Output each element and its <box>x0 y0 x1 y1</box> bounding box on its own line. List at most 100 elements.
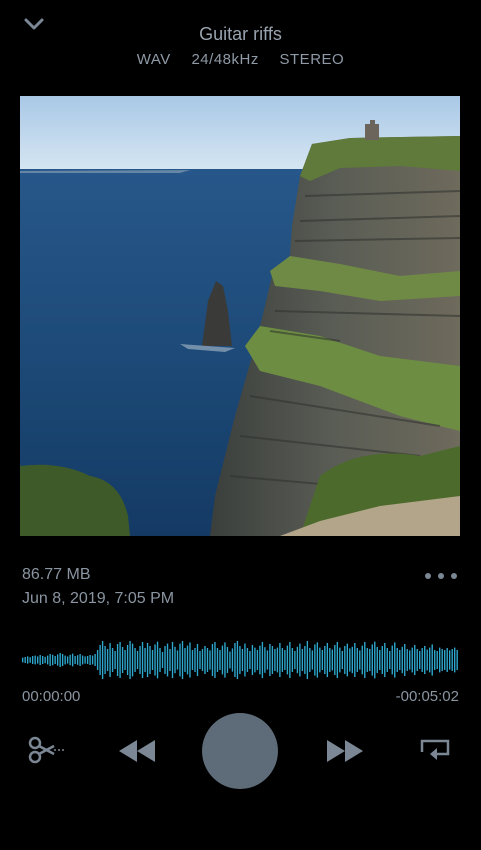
waveform-bar <box>329 648 331 672</box>
waveform[interactable] <box>22 640 459 680</box>
waveform-bar <box>334 645 336 675</box>
waveform-bar <box>354 643 356 677</box>
waveform-bar <box>424 646 426 674</box>
waveform-bar <box>169 649 171 671</box>
waveform-bar <box>381 646 383 674</box>
waveform-bar <box>204 646 206 674</box>
file-date: Jun 8, 2019, 7:05 PM <box>22 590 175 607</box>
waveform-bar <box>196 644 199 676</box>
waveform-bar <box>44 656 46 664</box>
waveform-bar <box>121 647 124 673</box>
waveform-bar <box>454 647 456 673</box>
waveform-bar <box>414 645 416 675</box>
fast-forward-icon[interactable] <box>325 737 365 765</box>
waveform-bar <box>104 646 106 674</box>
waveform-bar <box>219 650 221 670</box>
waveform-bar <box>401 646 403 674</box>
waveform-bar <box>296 646 299 674</box>
waveform-bar <box>141 642 144 678</box>
waveform-bar <box>31 656 34 664</box>
waveform-bar <box>276 647 279 673</box>
waveform-bar <box>451 649 453 671</box>
waveform-bar <box>194 648 196 672</box>
waveform-bar <box>249 651 251 669</box>
waveform-bar <box>289 642 291 678</box>
waveform-bar <box>146 643 149 677</box>
waveform-bar <box>266 650 269 670</box>
waveform-bar <box>449 650 451 670</box>
waveform-bar <box>64 655 66 665</box>
waveform-bar <box>264 647 266 673</box>
waveform-bar <box>69 654 71 666</box>
waveform-bar <box>286 645 289 675</box>
waveform-bar <box>361 645 363 675</box>
waveform-bar <box>284 650 286 670</box>
waveform-bar <box>66 656 69 664</box>
waveform-bar <box>406 649 408 671</box>
waveform-bar <box>111 648 114 672</box>
waveform-bar <box>79 654 81 666</box>
waveform-bar <box>304 646 306 674</box>
waveform-bar <box>439 647 441 673</box>
waveform-bar <box>74 656 76 664</box>
waveform-bar <box>126 645 129 675</box>
waveform-bar <box>164 646 166 674</box>
waveform-bar <box>94 654 96 666</box>
waveform-bar <box>291 648 294 672</box>
waveform-bar <box>301 649 304 671</box>
waveform-bar <box>109 643 111 677</box>
waveform-bar <box>96 650 99 670</box>
waveform-bar <box>34 655 36 665</box>
waveform-bar <box>321 650 324 670</box>
waveform-bar <box>346 643 348 677</box>
repeat-icon[interactable] <box>418 736 452 764</box>
more-options-icon[interactable] <box>424 568 458 584</box>
waveform-bar <box>209 650 211 670</box>
waveform-bar <box>384 643 386 677</box>
waveform-bar <box>129 641 131 679</box>
trim-scissors-icon[interactable] <box>28 736 68 764</box>
waveform-bar <box>106 649 109 671</box>
waveform-bar <box>261 642 264 678</box>
waveform-bar <box>341 651 343 669</box>
waveform-bar <box>39 655 41 665</box>
waveform-bar <box>299 643 301 677</box>
waveform-bar <box>281 648 284 672</box>
rewind-icon[interactable] <box>117 737 157 765</box>
waveform-bar <box>151 650 154 670</box>
waveform-bar <box>144 648 146 672</box>
waveform-bar <box>89 655 91 665</box>
waveform-bar <box>254 647 256 673</box>
waveform-bar <box>221 645 224 675</box>
waveform-bar <box>394 642 396 678</box>
waveform-bar <box>246 648 249 672</box>
waveform-bar <box>86 656 89 664</box>
waveform-bar <box>226 647 229 673</box>
waveform-bar <box>259 645 261 675</box>
waveform-bar <box>176 650 179 670</box>
waveform-bar <box>376 647 378 673</box>
waveform-bar <box>379 650 381 670</box>
waveform-bar <box>231 648 234 672</box>
waveform-bar <box>91 655 94 665</box>
waveform-bar <box>386 648 388 672</box>
waveform-bar <box>351 646 353 674</box>
waveform-bar <box>331 649 334 671</box>
waveform-bar <box>374 641 376 679</box>
waveform-bar <box>24 657 26 663</box>
format-channels: STEREO <box>279 51 345 68</box>
waveform-bar <box>124 650 126 670</box>
waveform-bar <box>314 644 316 676</box>
waveform-bar <box>409 650 411 670</box>
waveform-bar <box>149 646 151 674</box>
waveform-bar <box>316 642 319 678</box>
waveform-bar <box>119 642 121 678</box>
waveform-bar <box>326 643 329 677</box>
waveform-bar <box>29 657 31 663</box>
waveform-bar <box>269 644 271 676</box>
waveform-bar <box>201 649 204 671</box>
play-button[interactable] <box>202 713 278 789</box>
waveform-bar <box>59 653 61 667</box>
waveform-bar <box>224 642 226 678</box>
waveform-bar <box>236 641 239 679</box>
